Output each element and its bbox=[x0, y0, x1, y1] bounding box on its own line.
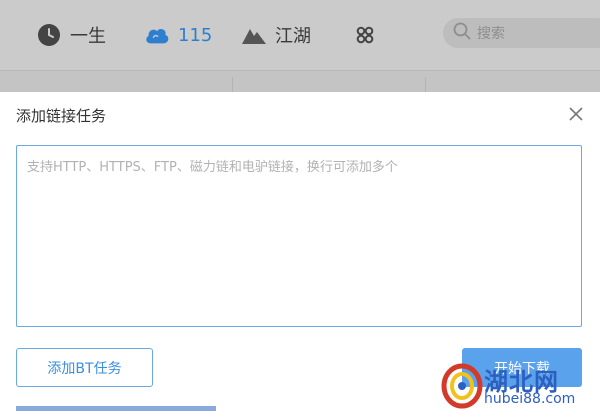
add-bt-task-button[interactable]: 添加BT任务 bbox=[16, 348, 153, 387]
divider bbox=[232, 77, 233, 93]
nav-item-yisheng[interactable]: 一生 bbox=[36, 20, 106, 50]
mountain-icon bbox=[241, 22, 267, 48]
dialog-title: 添加链接任务 bbox=[16, 107, 107, 125]
nav-item-label: 江湖 bbox=[275, 26, 311, 47]
background-strip bbox=[0, 70, 600, 93]
nav-item-label: 一生 bbox=[70, 26, 106, 47]
nav-item-label: 115 bbox=[178, 24, 213, 46]
divider bbox=[425, 77, 426, 93]
bottom-accent-bar bbox=[16, 406, 216, 411]
nav-item-115[interactable]: 115 bbox=[144, 20, 212, 50]
search-icon bbox=[453, 22, 471, 44]
close-button[interactable] bbox=[566, 104, 586, 124]
app-topbar: 一生 115 江湖 搜索 bbox=[0, 0, 600, 70]
nav-item-apps[interactable] bbox=[352, 20, 378, 50]
close-icon bbox=[569, 107, 583, 121]
clock-icon bbox=[36, 22, 62, 48]
link-input[interactable] bbox=[16, 145, 582, 327]
start-download-button[interactable]: 开始下载 bbox=[462, 348, 582, 387]
search-input[interactable]: 搜索 bbox=[443, 18, 600, 48]
cloud-icon bbox=[144, 22, 170, 48]
add-link-task-dialog: 添加链接任务 添加BT任务 开始下载 bbox=[0, 92, 600, 411]
search-placeholder: 搜索 bbox=[477, 26, 505, 42]
apps-grid-icon bbox=[352, 22, 378, 48]
nav-item-jianghu[interactable]: 江湖 bbox=[241, 20, 311, 50]
